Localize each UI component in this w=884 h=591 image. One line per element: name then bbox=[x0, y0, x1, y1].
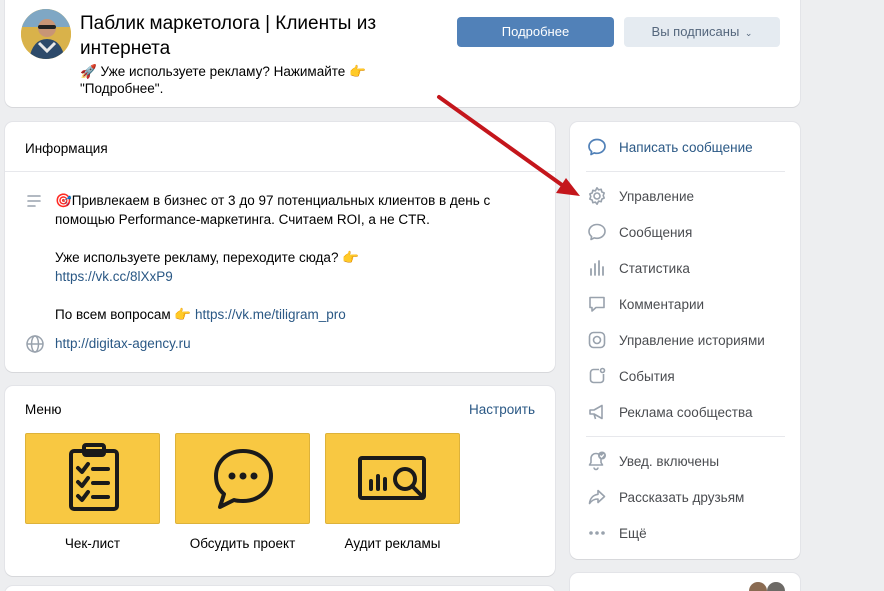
menu-configure-link[interactable]: Настроить bbox=[469, 402, 535, 417]
chat-icon bbox=[586, 221, 608, 243]
action-community-ads[interactable]: Реклама сообщества bbox=[586, 400, 752, 424]
ads-line: Уже используете рекламу, переходите сюда… bbox=[55, 250, 360, 265]
action-label: Комментарии bbox=[619, 296, 705, 312]
action-stories[interactable]: Управление историями bbox=[586, 328, 765, 352]
gear-icon bbox=[586, 185, 608, 207]
community-header: Паблик маркетолога | Клиенты из интернет… bbox=[5, 0, 800, 107]
divider bbox=[586, 436, 785, 437]
more-icon bbox=[586, 522, 608, 544]
actions-block: Написать сообщение Управление Сообщения … bbox=[570, 122, 800, 559]
share-icon bbox=[586, 486, 608, 508]
action-label: Управление bbox=[619, 188, 695, 204]
action-label: Увед. включены bbox=[619, 453, 720, 469]
action-label: Статистика bbox=[619, 260, 690, 276]
ads-link[interactable]: https://vk.cc/8lXxP9 bbox=[55, 269, 173, 284]
action-label: Сообщения bbox=[619, 224, 693, 240]
message-icon bbox=[586, 136, 608, 158]
questions-paragraph: По всем вопросам 👉 https://vk.me/tiligra… bbox=[55, 305, 515, 324]
analytics-magnifier-icon bbox=[358, 456, 426, 500]
more-button[interactable]: Подробнее bbox=[457, 17, 614, 47]
globe-icon bbox=[25, 334, 45, 354]
events-icon bbox=[586, 365, 608, 387]
chevron-down-icon: ⌄ bbox=[744, 28, 753, 38]
action-label: Реклама сообщества bbox=[619, 404, 753, 420]
action-manage[interactable]: Управление bbox=[586, 184, 694, 208]
menu-tile-label: Аудит рекламы bbox=[344, 536, 441, 551]
stories-icon bbox=[586, 329, 608, 351]
menu-block: Меню Настроить Чек-лист Обсудить проект bbox=[5, 386, 555, 576]
action-label: События bbox=[619, 368, 675, 384]
action-statistics[interactable]: Статистика bbox=[586, 256, 690, 280]
info-block: Информация 🎯Привлекаем в бизнес от 3 до … bbox=[5, 122, 555, 372]
action-more[interactable]: Ещё bbox=[586, 521, 647, 545]
questions-link[interactable]: https://vk.me/tiligram_pro bbox=[195, 307, 346, 322]
action-share[interactable]: Рассказать друзьям bbox=[586, 485, 744, 509]
divider bbox=[586, 171, 785, 172]
menu-tile-checklist[interactable] bbox=[25, 433, 160, 524]
clipboard-checklist-icon bbox=[69, 443, 119, 511]
community-avatar[interactable] bbox=[21, 9, 71, 59]
menu-tile-label: Обсудить проект bbox=[189, 536, 296, 551]
wall-block bbox=[5, 586, 555, 591]
subscribed-button-label: Вы подписаны bbox=[651, 24, 740, 39]
ads-paragraph: Уже используете рекламу, переходите сюда… bbox=[55, 248, 515, 286]
action-label: Ещё bbox=[619, 525, 647, 541]
community-status: 🚀 Уже используете рекламу? Нажимайте 👉 "… bbox=[80, 64, 366, 96]
chat-bubble-icon bbox=[214, 449, 273, 509]
action-label: Управление историями bbox=[619, 332, 765, 348]
action-label: Рассказать друзьям bbox=[619, 489, 745, 505]
action-label: Написать сообщение bbox=[619, 139, 753, 155]
info-heading: Информация bbox=[5, 122, 555, 172]
info-description: 🎯Привлекаем в бизнес от 3 до 97 потенциа… bbox=[55, 191, 515, 343]
members-block bbox=[570, 573, 800, 591]
description-icon bbox=[25, 191, 45, 211]
description-text: 🎯Привлекаем в бизнес от 3 до 97 потенциа… bbox=[55, 193, 491, 227]
website-link[interactable]: http://digitax-agency.ru bbox=[55, 336, 191, 351]
questions-line: По всем вопросам 👉 bbox=[55, 307, 192, 322]
action-events[interactable]: События bbox=[586, 364, 675, 388]
menu-title: Меню bbox=[25, 402, 62, 417]
action-messages[interactable]: Сообщения bbox=[586, 220, 692, 244]
menu-tile-discuss[interactable] bbox=[175, 433, 310, 524]
subscribed-button[interactable]: Вы подписаны ⌄ bbox=[624, 17, 780, 47]
action-comments[interactable]: Комментарии bbox=[586, 292, 704, 316]
megaphone-icon bbox=[586, 401, 608, 423]
member-avatars bbox=[749, 582, 785, 591]
comment-icon bbox=[586, 293, 608, 315]
stats-icon bbox=[586, 257, 608, 279]
action-write-message[interactable]: Написать сообщение bbox=[586, 135, 753, 159]
bell-check-icon bbox=[586, 450, 608, 472]
action-notifications[interactable]: Увед. включены bbox=[586, 449, 719, 473]
menu-tile-audit[interactable] bbox=[325, 433, 460, 524]
menu-tile-label: Чек-лист bbox=[64, 536, 121, 551]
community-title: Паблик маркетолога | Клиенты из интернет… bbox=[80, 13, 377, 59]
